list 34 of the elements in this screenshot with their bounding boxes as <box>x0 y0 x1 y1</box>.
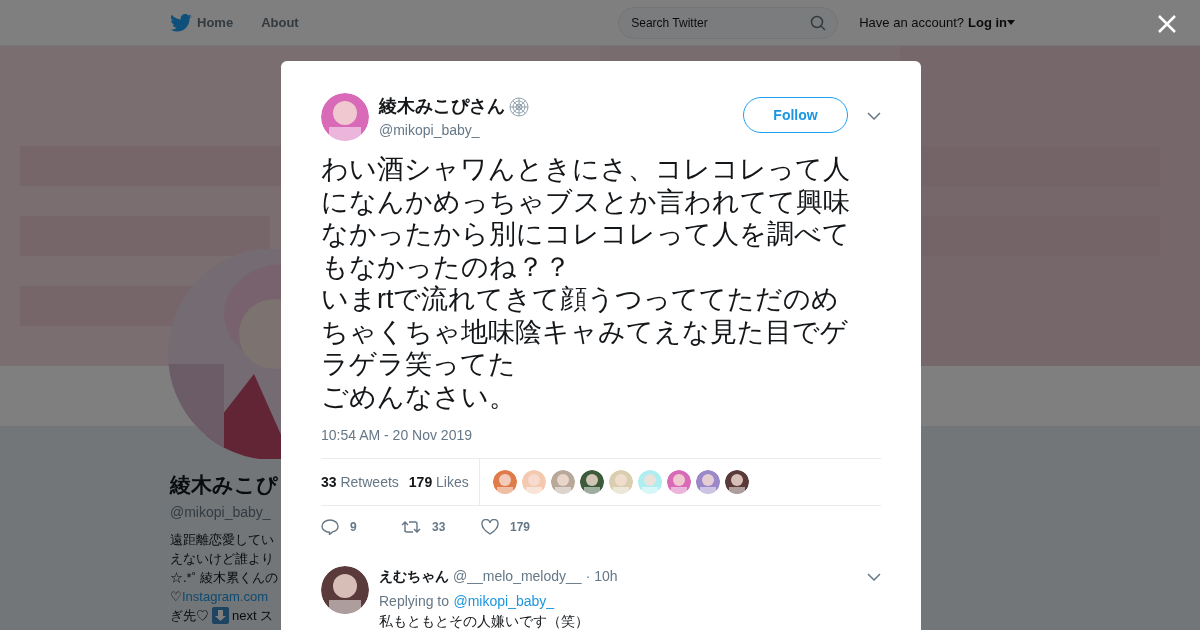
reply-text: 私もともとその人嫌いです（笑） <box>379 613 590 629</box>
nav-link[interactable]: Home <box>197 12 234 33</box>
profile-name: 綾木みこぴ <box>170 472 279 498</box>
profile-handle: @mikopi_baby_ <box>170 503 272 522</box>
tweet-text: ごめんなさい。 <box>321 380 517 413</box>
retweet-icon[interactable] <box>401 520 421 534</box>
chevron-down-icon[interactable] <box>867 572 881 581</box>
replying-label: Replying to <box>379 593 450 609</box>
account-prompt: Have an account? <box>859 13 964 32</box>
bio-text: ♡ <box>170 589 182 604</box>
bio-text: ぎ先♡ <box>170 607 209 625</box>
nav-link[interactable]: About <box>261 12 299 33</box>
reply-author-name[interactable]: えむちゃん <box>379 566 449 587</box>
close-icon[interactable] <box>1158 15 1176 33</box>
action-count: 9 <box>350 519 357 536</box>
caret-icon <box>1007 20 1015 25</box>
stat-link[interactable]: 33 Retweets <box>321 471 399 493</box>
bio-text: next ス <box>232 607 274 625</box>
search-field[interactable]: Search Twitter <box>618 6 839 39</box>
action-count: 33 <box>432 519 446 536</box>
down-arrow-icon <box>212 607 229 624</box>
bio-text: えないけど誰より <box>170 550 275 568</box>
reply-time[interactable]: · 10h <box>585 566 618 587</box>
login-link[interactable]: Log in <box>968 12 1007 33</box>
mention-link[interactable]: @mikopi_baby_ <box>453 593 555 609</box>
reply-author-handle[interactable]: @__melo_melody__ <box>453 566 582 587</box>
stat-link[interactable]: 179 Likes <box>408 471 469 493</box>
search-icon[interactable] <box>810 14 827 31</box>
tweet-timestamp[interactable]: 10:54 AM - 20 Nov 2019 <box>321 425 881 446</box>
bio-text: ☆.*˚ 綾木累くんの <box>170 569 279 587</box>
heart-icon[interactable] <box>481 519 499 535</box>
bio-text: 遠距離恋愛してい <box>170 531 275 549</box>
action-count: 179 <box>510 519 531 536</box>
speech-bubble-icon[interactable] <box>321 519 339 535</box>
